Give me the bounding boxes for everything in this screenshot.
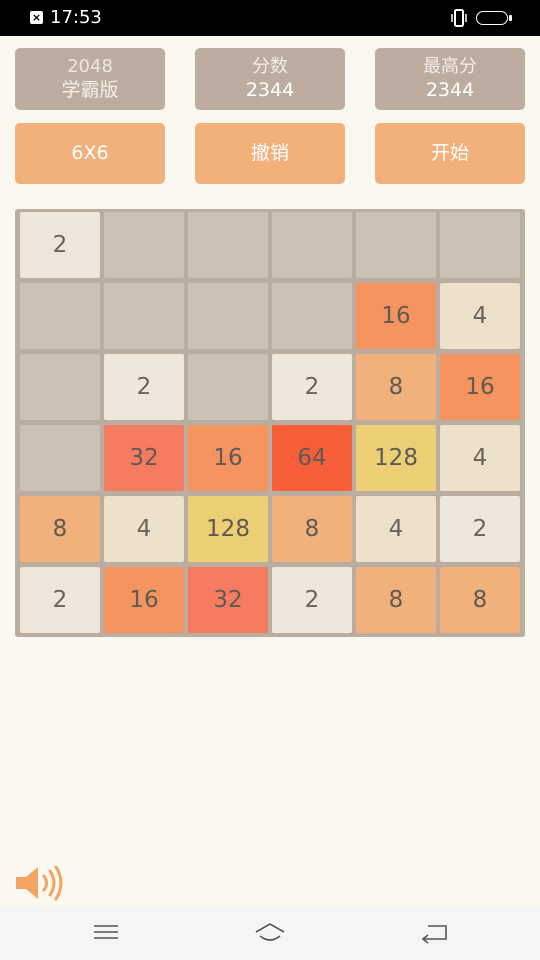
tile: 16 bbox=[188, 425, 268, 491]
tile: 8 bbox=[356, 567, 436, 633]
menu-icon[interactable] bbox=[90, 918, 122, 946]
empty-cell bbox=[188, 212, 268, 278]
empty-cell bbox=[20, 283, 100, 349]
board-size-button[interactable]: 6X6 bbox=[15, 123, 165, 184]
status-time: 17:53 bbox=[50, 7, 102, 28]
tile: 8 bbox=[20, 496, 100, 562]
back-icon[interactable] bbox=[418, 918, 450, 946]
empty-cell bbox=[104, 212, 184, 278]
best-score-value: 2344 bbox=[425, 79, 475, 101]
empty-cell bbox=[272, 283, 352, 349]
tile: 2 bbox=[104, 354, 184, 420]
battery-level: 55 bbox=[484, 12, 498, 23]
score-value: 2344 bbox=[245, 79, 295, 101]
tile: 4 bbox=[356, 496, 436, 562]
status-bar: × 17:53 55 bbox=[0, 0, 540, 36]
speaker-icon[interactable] bbox=[14, 864, 68, 902]
brand-title: 2048 bbox=[67, 56, 113, 77]
score-box: 分数 2344 bbox=[195, 48, 345, 110]
tile: 8 bbox=[356, 354, 436, 420]
home-icon[interactable] bbox=[254, 918, 286, 946]
tile: 8 bbox=[440, 567, 520, 633]
tile: 4 bbox=[440, 425, 520, 491]
tile: 32 bbox=[188, 567, 268, 633]
empty-cell bbox=[440, 212, 520, 278]
tile: 16 bbox=[356, 283, 436, 349]
tile: 2 bbox=[272, 354, 352, 420]
tile: 2 bbox=[20, 567, 100, 633]
empty-cell bbox=[20, 425, 100, 491]
tile: 8 bbox=[272, 496, 352, 562]
tile: 64 bbox=[272, 425, 352, 491]
tile: 2 bbox=[20, 212, 100, 278]
brand-subtitle: 学霸版 bbox=[61, 79, 119, 101]
empty-cell bbox=[272, 212, 352, 278]
notification-icon: × bbox=[30, 11, 43, 24]
empty-cell bbox=[20, 354, 100, 420]
empty-cell bbox=[104, 283, 184, 349]
button-row: 6X6 撤销 开始 bbox=[15, 123, 525, 184]
game-board[interactable]: 2 16 4 2 2 8 16 32 16 64 128 4 8 4 128 8 4 2 2 16 32 2 8 8 bbox=[15, 209, 525, 637]
tile: 4 bbox=[440, 283, 520, 349]
best-score-box: 最高分 2344 bbox=[375, 48, 525, 110]
empty-cell bbox=[188, 354, 268, 420]
best-score-label: 最高分 bbox=[423, 56, 477, 77]
tile: 128 bbox=[356, 425, 436, 491]
score-label: 分数 bbox=[252, 56, 288, 77]
empty-cell bbox=[188, 283, 268, 349]
tile: 16 bbox=[104, 567, 184, 633]
empty-cell bbox=[356, 212, 436, 278]
tile: 32 bbox=[104, 425, 184, 491]
tile: 2 bbox=[440, 496, 520, 562]
brand-box: 2048 学霸版 bbox=[15, 48, 165, 110]
vibrate-icon bbox=[451, 9, 467, 27]
info-row: 2048 学霸版 分数 2344 最高分 2344 bbox=[15, 48, 525, 110]
undo-button[interactable]: 撤销 bbox=[195, 123, 345, 184]
tile: 128 bbox=[188, 496, 268, 562]
start-button[interactable]: 开始 bbox=[375, 123, 525, 184]
tile: 16 bbox=[440, 354, 520, 420]
navigation-bar bbox=[0, 906, 540, 960]
battery-icon: 55 bbox=[476, 11, 512, 25]
tile: 4 bbox=[104, 496, 184, 562]
tile: 2 bbox=[272, 567, 352, 633]
